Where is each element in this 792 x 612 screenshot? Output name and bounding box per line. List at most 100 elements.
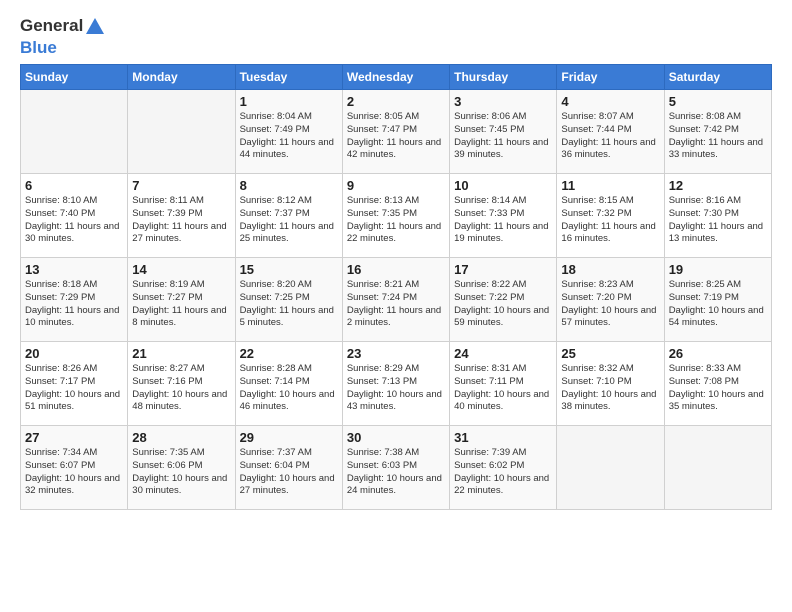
calendar-cell: 14 Sunrise: 8:19 AM Sunset: 7:27 PM Dayli… — [128, 258, 235, 342]
calendar-cell: 29 Sunrise: 7:37 AM Sunset: 6:04 PM Dayli… — [235, 426, 342, 510]
calendar-cell: 20 Sunrise: 8:26 AM Sunset: 7:17 PM Dayli… — [21, 342, 128, 426]
cell-info: Sunrise: 8:16 AM Sunset: 7:30 PM Dayligh… — [669, 195, 767, 246]
day-number: 12 — [669, 178, 767, 193]
day-number: 15 — [240, 262, 338, 277]
calendar-cell — [128, 90, 235, 174]
calendar-cell: 18 Sunrise: 8:23 AM Sunset: 7:20 PM Dayli… — [557, 258, 664, 342]
calendar-cell: 28 Sunrise: 7:35 AM Sunset: 6:06 PM Dayli… — [128, 426, 235, 510]
day-number: 21 — [132, 346, 230, 361]
calendar-cell: 12 Sunrise: 8:16 AM Sunset: 7:30 PM Dayli… — [664, 174, 771, 258]
day-number: 2 — [347, 94, 445, 109]
cell-info: Sunrise: 8:04 AM Sunset: 7:49 PM Dayligh… — [240, 111, 338, 162]
col-header-monday: Monday — [128, 65, 235, 90]
day-number: 19 — [669, 262, 767, 277]
page-header: General Blue — [20, 16, 772, 58]
calendar-cell — [557, 426, 664, 510]
day-number: 25 — [561, 346, 659, 361]
calendar-table: SundayMondayTuesdayWednesdayThursdayFrid… — [20, 64, 772, 510]
day-number: 27 — [25, 430, 123, 445]
cell-info: Sunrise: 8:05 AM Sunset: 7:47 PM Dayligh… — [347, 111, 445, 162]
day-number: 4 — [561, 94, 659, 109]
calendar-cell: 11 Sunrise: 8:15 AM Sunset: 7:32 PM Dayli… — [557, 174, 664, 258]
cell-info: Sunrise: 8:26 AM Sunset: 7:17 PM Dayligh… — [25, 363, 123, 414]
calendar-cell: 27 Sunrise: 7:34 AM Sunset: 6:07 PM Dayli… — [21, 426, 128, 510]
calendar-cell: 21 Sunrise: 8:27 AM Sunset: 7:16 PM Dayli… — [128, 342, 235, 426]
day-number: 26 — [669, 346, 767, 361]
day-number: 31 — [454, 430, 552, 445]
calendar-cell: 10 Sunrise: 8:14 AM Sunset: 7:33 PM Dayli… — [450, 174, 557, 258]
cell-info: Sunrise: 8:21 AM Sunset: 7:24 PM Dayligh… — [347, 279, 445, 330]
calendar-cell: 24Sunrise: 8:31 AM Sunset: 7:11 PM Dayli… — [450, 342, 557, 426]
day-number: 30 — [347, 430, 445, 445]
calendar-cell: 15 Sunrise: 8:20 AM Sunset: 7:25 PM Dayli… — [235, 258, 342, 342]
col-header-friday: Friday — [557, 65, 664, 90]
calendar-cell: 1 Sunrise: 8:04 AM Sunset: 7:49 PM Daylig… — [235, 90, 342, 174]
cell-info: Sunrise: 8:33 AM Sunset: 7:08 PM Dayligh… — [669, 363, 767, 414]
logo-blue: Blue — [20, 38, 57, 57]
cell-info: Sunrise: 8:31 AM Sunset: 7:11 PM Dayligh… — [454, 363, 552, 414]
cell-info: Sunrise: 8:22 AM Sunset: 7:22 PM Dayligh… — [454, 279, 552, 330]
week-row-1: 1 Sunrise: 8:04 AM Sunset: 7:49 PM Daylig… — [21, 90, 772, 174]
cell-info: Sunrise: 8:12 AM Sunset: 7:37 PM Dayligh… — [240, 195, 338, 246]
day-number: 29 — [240, 430, 338, 445]
calendar-cell: 16 Sunrise: 8:21 AM Sunset: 7:24 PM Dayli… — [342, 258, 449, 342]
calendar-cell: 31 Sunrise: 7:39 AM Sunset: 6:02 PM Dayli… — [450, 426, 557, 510]
cell-info: Sunrise: 8:14 AM Sunset: 7:33 PM Dayligh… — [454, 195, 552, 246]
cell-info: Sunrise: 8:15 AM Sunset: 7:32 PM Dayligh… — [561, 195, 659, 246]
day-number: 11 — [561, 178, 659, 193]
day-number: 18 — [561, 262, 659, 277]
day-number: 14 — [132, 262, 230, 277]
cell-info: Sunrise: 8:06 AM Sunset: 7:45 PM Dayligh… — [454, 111, 552, 162]
day-number: 22 — [240, 346, 338, 361]
calendar-cell: 13 Sunrise: 8:18 AM Sunset: 7:29 PM Dayli… — [21, 258, 128, 342]
cell-info: Sunrise: 8:20 AM Sunset: 7:25 PM Dayligh… — [240, 279, 338, 330]
day-number: 8 — [240, 178, 338, 193]
cell-info: Sunrise: 8:10 AM Sunset: 7:40 PM Dayligh… — [25, 195, 123, 246]
calendar-cell — [21, 90, 128, 174]
day-number: 17 — [454, 262, 552, 277]
cell-info: Sunrise: 8:11 AM Sunset: 7:39 PM Dayligh… — [132, 195, 230, 246]
header-row: SundayMondayTuesdayWednesdayThursdayFrid… — [21, 65, 772, 90]
cell-info: Sunrise: 8:07 AM Sunset: 7:44 PM Dayligh… — [561, 111, 659, 162]
col-header-saturday: Saturday — [664, 65, 771, 90]
logo-general: General — [20, 16, 83, 35]
calendar-cell: 6Sunrise: 8:10 AM Sunset: 7:40 PM Daylig… — [21, 174, 128, 258]
cell-info: Sunrise: 8:29 AM Sunset: 7:13 PM Dayligh… — [347, 363, 445, 414]
calendar-cell: 25 Sunrise: 8:32 AM Sunset: 7:10 PM Dayli… — [557, 342, 664, 426]
day-number: 1 — [240, 94, 338, 109]
calendar-cell — [664, 426, 771, 510]
calendar-cell: 5Sunrise: 8:08 AM Sunset: 7:42 PM Daylig… — [664, 90, 771, 174]
calendar-cell: 23Sunrise: 8:29 AM Sunset: 7:13 PM Dayli… — [342, 342, 449, 426]
cell-info: Sunrise: 7:38 AM Sunset: 6:03 PM Dayligh… — [347, 447, 445, 498]
day-number: 16 — [347, 262, 445, 277]
week-row-5: 27 Sunrise: 7:34 AM Sunset: 6:07 PM Dayli… — [21, 426, 772, 510]
week-row-3: 13 Sunrise: 8:18 AM Sunset: 7:29 PM Dayli… — [21, 258, 772, 342]
cell-info: Sunrise: 7:37 AM Sunset: 6:04 PM Dayligh… — [240, 447, 338, 498]
calendar-cell: 19Sunrise: 8:25 AM Sunset: 7:19 PM Dayli… — [664, 258, 771, 342]
col-header-sunday: Sunday — [21, 65, 128, 90]
day-number: 20 — [25, 346, 123, 361]
col-header-thursday: Thursday — [450, 65, 557, 90]
day-number: 3 — [454, 94, 552, 109]
logo-icon — [84, 16, 106, 38]
calendar-cell: 2 Sunrise: 8:05 AM Sunset: 7:47 PM Daylig… — [342, 90, 449, 174]
calendar-cell: 22Sunrise: 8:28 AM Sunset: 7:14 PM Dayli… — [235, 342, 342, 426]
cell-info: Sunrise: 8:18 AM Sunset: 7:29 PM Dayligh… — [25, 279, 123, 330]
cell-info: Sunrise: 8:19 AM Sunset: 7:27 PM Dayligh… — [132, 279, 230, 330]
cell-info: Sunrise: 8:32 AM Sunset: 7:10 PM Dayligh… — [561, 363, 659, 414]
cell-info: Sunrise: 8:23 AM Sunset: 7:20 PM Dayligh… — [561, 279, 659, 330]
cell-info: Sunrise: 7:34 AM Sunset: 6:07 PM Dayligh… — [25, 447, 123, 498]
cell-info: Sunrise: 7:35 AM Sunset: 6:06 PM Dayligh… — [132, 447, 230, 498]
col-header-tuesday: Tuesday — [235, 65, 342, 90]
day-number: 9 — [347, 178, 445, 193]
cell-info: Sunrise: 8:13 AM Sunset: 7:35 PM Dayligh… — [347, 195, 445, 246]
cell-info: Sunrise: 7:39 AM Sunset: 6:02 PM Dayligh… — [454, 447, 552, 498]
day-number: 28 — [132, 430, 230, 445]
cell-info: Sunrise: 8:27 AM Sunset: 7:16 PM Dayligh… — [132, 363, 230, 414]
calendar-cell: 30 Sunrise: 7:38 AM Sunset: 6:03 PM Dayli… — [342, 426, 449, 510]
day-number: 10 — [454, 178, 552, 193]
day-number: 13 — [25, 262, 123, 277]
day-number: 7 — [132, 178, 230, 193]
calendar-cell: 4 Sunrise: 8:07 AM Sunset: 7:44 PM Daylig… — [557, 90, 664, 174]
day-number: 5 — [669, 94, 767, 109]
